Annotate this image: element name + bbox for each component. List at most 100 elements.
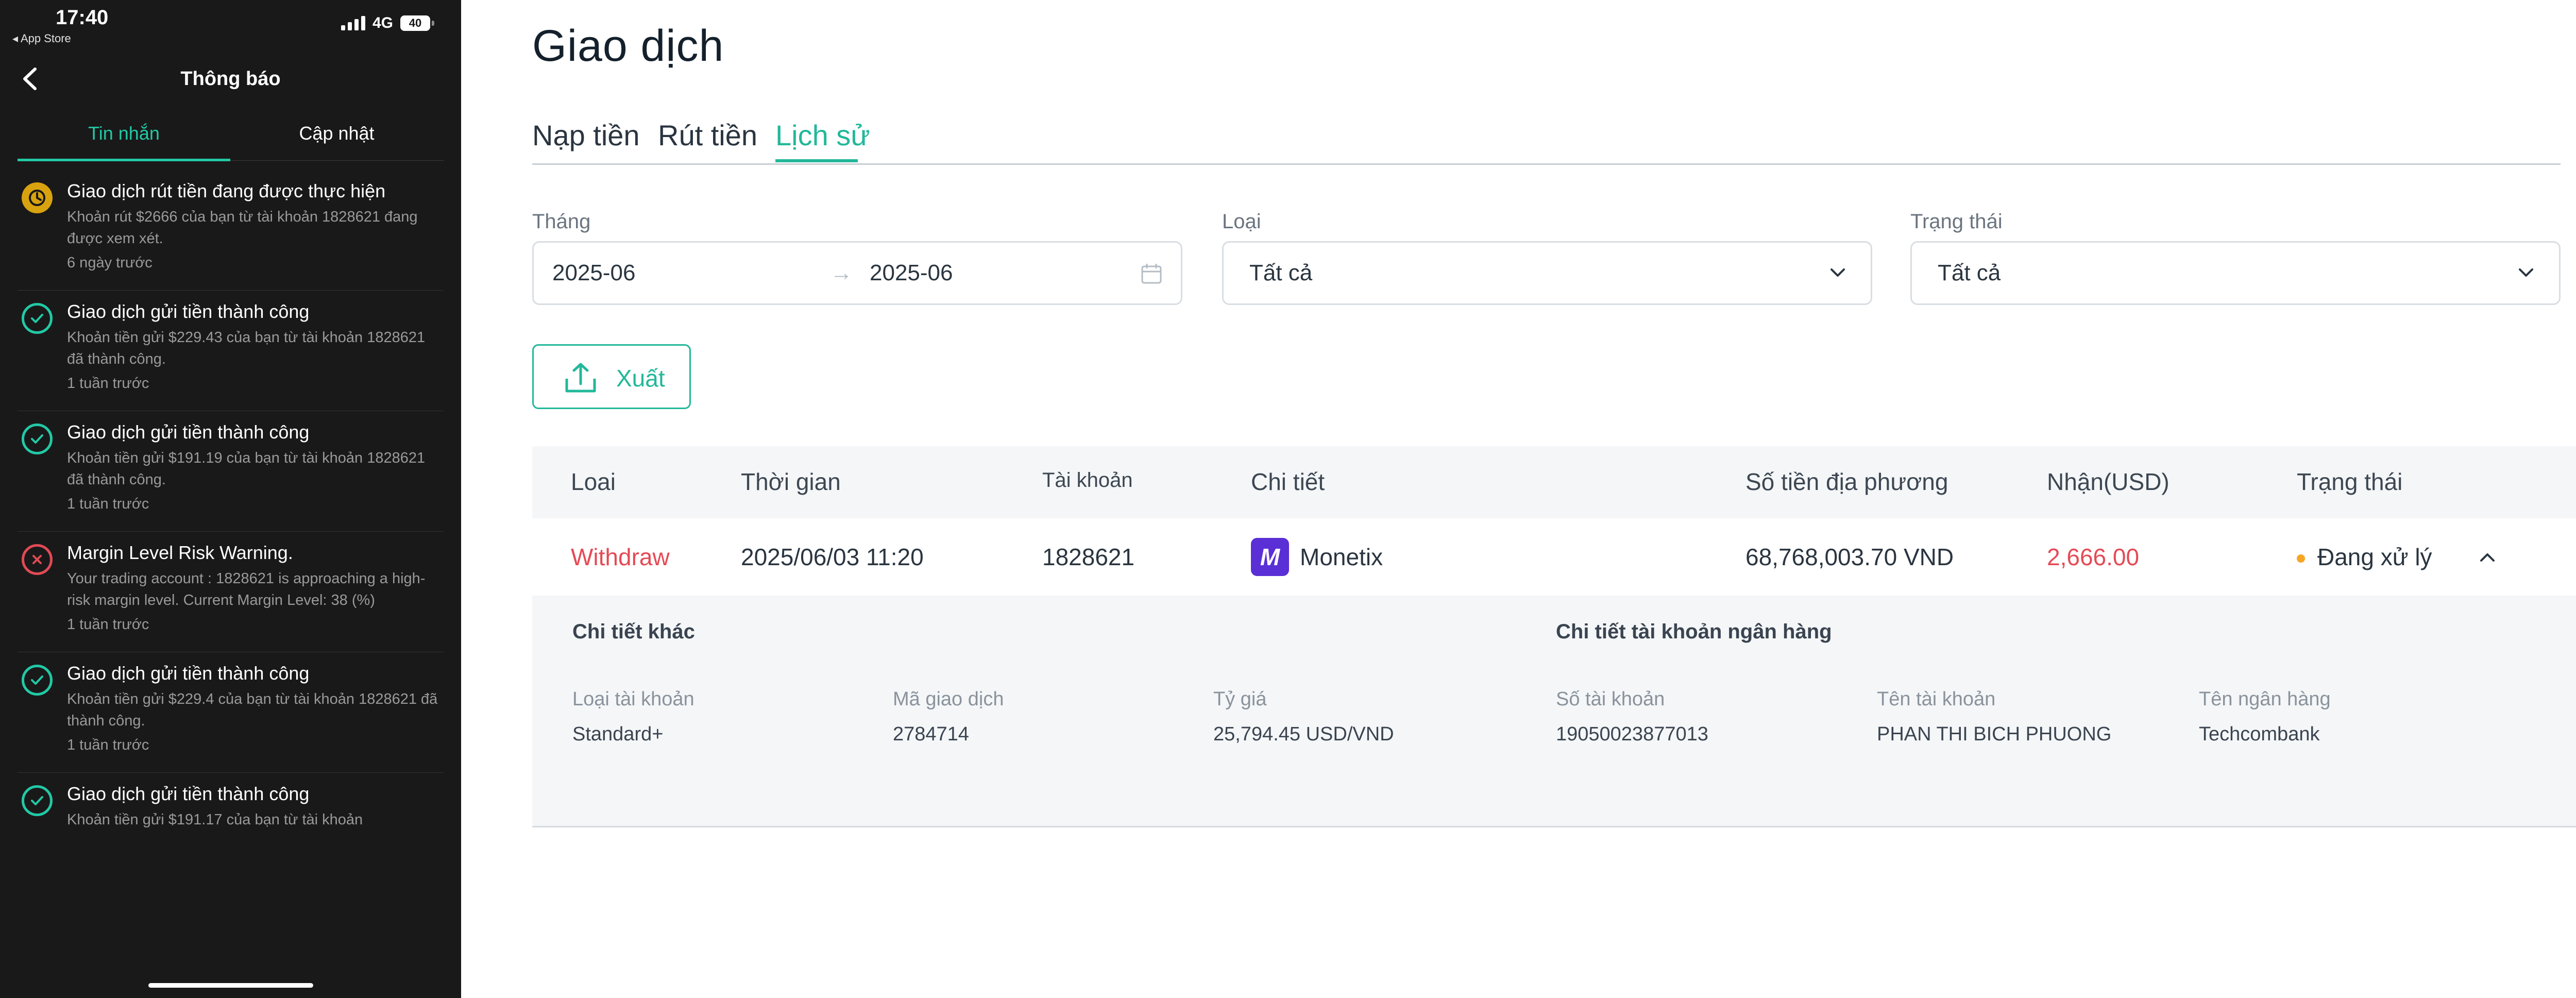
notification-title: Giao dịch gửi tiền thành công [67, 663, 310, 684]
account-type-label: Loại tài khoản [572, 688, 694, 710]
export-button-label: Xuất [616, 365, 665, 392]
range-arrow-icon: → [830, 260, 853, 285]
notification-time: 1 tuần trước [67, 737, 149, 753]
notification-title: Margin Level Risk Warning. [67, 542, 293, 563]
row-detail: Monetix [1300, 544, 1383, 570]
x-circle-icon [22, 544, 53, 575]
row-usd-amount: 2,666.00 [2047, 544, 2140, 570]
active-tab-indicator [775, 159, 858, 162]
mobile-page-title: Thông báo [180, 68, 281, 90]
row-status: Đang xử lý [2317, 544, 2432, 570]
transaction-id-label: Mã giao dịch [893, 688, 1004, 710]
month-filter-label: Tháng [532, 210, 591, 233]
month-from-value: 2025-06 [552, 260, 636, 285]
bank-details-heading: Chi tiết tài khoản ngân hàng [1556, 620, 1832, 643]
signal-icon [341, 16, 365, 30]
active-tab-indicator [18, 159, 230, 161]
calendar-icon [1141, 264, 1162, 284]
notification-title: Giao dịch gửi tiền thành công [67, 301, 310, 322]
network-type: 4G [372, 14, 393, 31]
check-circle-icon [22, 785, 53, 816]
table-header: Loai Thời gian Tài khoản Chi tiết Số tiề… [532, 446, 2576, 518]
account-type-value: Standard+ [572, 723, 664, 745]
transactions-table: Loai Thời gian Tài khoản Chi tiết Số tiề… [532, 446, 2576, 894]
exchange-rate-value: 25,794.45 USD/VND [1213, 723, 1394, 745]
tab-deposit[interactable]: Nạp tiền [532, 119, 640, 152]
column-header-local-amount: Số tiền địa phương [1745, 468, 1948, 495]
notification-body: Khoản tiền gửi $229.43 của bạn từ tài kh… [67, 329, 426, 367]
check-circle-icon [22, 303, 53, 334]
chevron-down-icon [1831, 268, 1845, 277]
exchange-rate-label: Tỷ giá [1213, 688, 1267, 710]
notification-time: 1 tuần trước [67, 375, 149, 392]
table-footer-space [532, 827, 2576, 894]
status-time: 17:40 [56, 6, 109, 29]
mobile-notifications-panel: 17:40 ◂ App Store 4G 40 Thông báo Tin nh… [0, 0, 461, 998]
transaction-id-value: 2784714 [893, 723, 969, 745]
notification-title: Giao dịch gửi tiền thành công [67, 421, 310, 443]
bank-name-label: Tên ngân hàng [2199, 688, 2331, 710]
pending-clock-icon [22, 182, 53, 213]
bank-name-value: Techcombank [2199, 723, 2320, 745]
tab-messages[interactable]: Tin nhắn [18, 123, 230, 144]
column-header-detail: Chi tiết [1251, 468, 1325, 495]
status-dot [2297, 554, 2305, 563]
type-select[interactable]: Tất cả [1222, 241, 1872, 305]
bank-account-number-label: Số tài khoản [1556, 688, 1665, 710]
other-details-heading: Chi tiết khác [572, 620, 695, 643]
column-header-time: Thời gian [741, 468, 841, 495]
row-account: 1828621 [1042, 544, 1135, 570]
column-header-received-usd: Nhận(USD) [2047, 468, 2170, 495]
status-filter-label: Trạng thái [1910, 210, 2003, 233]
chevron-down-icon [2519, 268, 2533, 277]
notification-body: Khoản rút $2666 của bạn từ tài khoản 182… [67, 209, 418, 247]
status-select-value: Tất cả [1938, 260, 2001, 285]
status-icons: 4G 40 [341, 14, 434, 32]
export-button[interactable]: Xuất [532, 344, 691, 409]
notification-item[interactable]: Giao dịch gửi tiền thành công Khoản tiền… [18, 291, 444, 411]
notification-body: Khoản tiền gửi $191.17 của bạn từ tài kh… [67, 811, 363, 828]
chevron-up-icon[interactable] [2477, 547, 2498, 568]
tab-history[interactable]: Lịch sử [775, 119, 870, 152]
notification-body: Khoản tiền gửi $191.19 của bạn từ tài kh… [67, 450, 426, 488]
monetix-logo: M [1251, 538, 1289, 576]
mobile-tabs: Tin nhắn Cập nhật [18, 113, 444, 162]
battery-icon: 40 [400, 15, 434, 31]
notification-title: Giao dịch rút tiền đang được thực hiện [67, 180, 386, 201]
mobile-navbar: Thông báo [0, 57, 461, 103]
tab-updates[interactable]: Cập nhật [230, 123, 443, 144]
account-holder-value: PHAN THI BICH PHUONG [1877, 723, 2112, 745]
account-holder-label: Tên tài khoản [1877, 688, 1996, 710]
column-header-status: Trạng thái [2297, 468, 2403, 495]
status-select[interactable]: Tất cả [1910, 241, 2561, 305]
table-row[interactable]: Withdraw 2025/06/03 11:20 1828621 M Mone… [532, 518, 2576, 596]
notification-item[interactable]: Margin Level Risk Warning. Your trading … [18, 532, 444, 652]
tab-withdraw[interactable]: Rút tiền [658, 119, 757, 152]
notification-item[interactable]: Giao dịch gửi tiền thành công Khoản tiền… [18, 652, 444, 773]
transaction-tabs: Nạp tiền Rút tiền Lịch sử [532, 113, 2561, 165]
notification-body: Your trading account : 1828621 is approa… [67, 570, 426, 608]
row-type: Withdraw [571, 544, 670, 570]
transactions-page: Giao dịch Nạp tiền Rút tiền Lịch sử Thán… [461, 0, 2576, 998]
notification-time: 1 tuần trước [67, 496, 149, 512]
notification-body: Khoản tiền gửi $229.4 của bạn từ tài kho… [67, 691, 438, 729]
row-local-amount: 68,768,003.70 VND [1745, 544, 1954, 570]
page-title: Giao dịch [532, 21, 724, 71]
notification-item[interactable]: Giao dịch gửi tiền thành công Khoản tiền… [18, 773, 444, 831]
notification-time: 6 ngày trước [67, 255, 152, 271]
notification-item[interactable]: Giao dịch rút tiền đang được thực hiện K… [18, 170, 444, 291]
notification-title: Giao dịch gửi tiền thành công [67, 783, 310, 804]
check-circle-icon [22, 424, 53, 454]
home-indicator[interactable] [148, 983, 313, 988]
notification-item[interactable]: Giao dịch gửi tiền thành công Khoản tiền… [18, 411, 444, 532]
status-bar: 17:40 ◂ App Store 4G 40 [0, 0, 461, 46]
row-time: 2025/06/03 11:20 [741, 544, 924, 570]
check-circle-icon [22, 665, 53, 696]
column-header-type: Loai [571, 468, 616, 495]
month-to-value: 2025-06 [870, 260, 953, 285]
back-to-app-store-link[interactable]: ◂ App Store [12, 32, 71, 45]
notification-list: Giao dịch rút tiền đang được thực hiện K… [18, 170, 444, 831]
bank-account-number-value: 19050023877013 [1556, 723, 1708, 745]
month-range-picker[interactable]: 2025-06 → 2025-06 [532, 241, 1182, 305]
column-header-account: Tài khoản [1042, 469, 1133, 492]
